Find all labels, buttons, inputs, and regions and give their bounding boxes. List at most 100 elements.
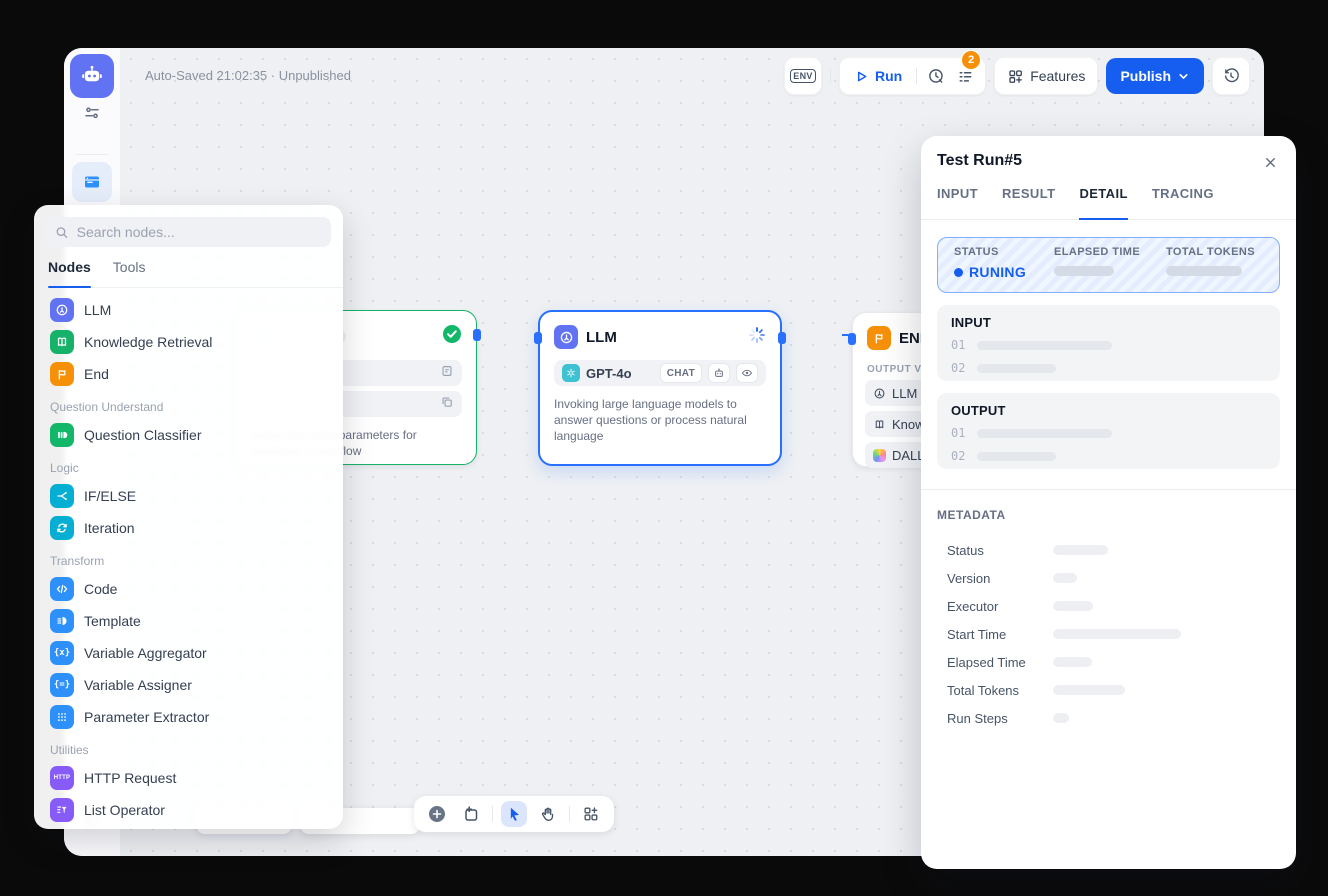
- node-list: LLM Knowledge Retrieval End Question Und…: [34, 288, 343, 829]
- llm-model-row[interactable]: GPT-4o CHAT: [554, 360, 766, 386]
- node-item-knowledge-retrieval[interactable]: Knowledge Retrieval: [46, 326, 331, 358]
- meta-row-run-steps: Run Steps: [947, 704, 1280, 732]
- run-label: Run: [875, 68, 902, 84]
- llm-input-handle[interactable]: [534, 332, 542, 344]
- run-group-divider: [916, 68, 917, 84]
- search-input[interactable]: [75, 223, 322, 241]
- input-line-2: 02: [951, 361, 965, 375]
- elapsed-time-label: ELAPSED TIME: [1054, 246, 1166, 258]
- toolbar-divider: [492, 806, 493, 822]
- knowledge-retrieval-icon: [50, 330, 74, 354]
- hand-mode-button[interactable]: [535, 801, 561, 827]
- paragraph-icon: [440, 364, 454, 383]
- node-item-variable-aggregator[interactable]: {x} Variable Aggregator: [46, 637, 331, 669]
- copy-icon: [440, 395, 454, 414]
- end-input-handle[interactable]: [848, 333, 856, 345]
- elapsed-time-skeleton: [1054, 266, 1114, 276]
- llm-node[interactable]: LLM GPT-4o CHAT: [538, 310, 782, 466]
- llm-output-handle[interactable]: [778, 332, 786, 344]
- preview-window-button[interactable]: [72, 162, 112, 202]
- status-label: STATUS: [954, 246, 1054, 258]
- run-button[interactable]: Run: [850, 68, 906, 84]
- preferences-sliders-icon[interactable]: [83, 104, 101, 122]
- topbar-divider: [830, 68, 831, 84]
- output-skeleton-2: [977, 452, 1056, 461]
- input-line-1: 01: [951, 338, 965, 352]
- node-search-panel: Nodes Tools LLM Knowledge Retrieval End …: [34, 205, 343, 829]
- pointer-mode-button[interactable]: [501, 801, 527, 827]
- app-robot-icon[interactable]: [70, 54, 114, 98]
- tab-input[interactable]: INPUT: [937, 186, 978, 219]
- version-history-button[interactable]: [1212, 57, 1250, 95]
- input-skeleton-2: [977, 364, 1056, 373]
- env-icon: ENV: [790, 69, 815, 83]
- llm-node-icon: [554, 325, 578, 349]
- list-operator-icon: [50, 798, 74, 822]
- status-value: RUNING: [954, 264, 1054, 280]
- canvas-toolbar: [414, 796, 614, 832]
- chevron-down-icon: [1177, 70, 1190, 83]
- publish-button[interactable]: Publish: [1106, 58, 1204, 94]
- add-note-button[interactable]: [458, 801, 484, 827]
- features-label: Features: [1030, 68, 1085, 84]
- node-item-iteration[interactable]: Iteration: [46, 512, 331, 544]
- node-item-parameter-extractor[interactable]: Parameter Extractor: [46, 701, 331, 733]
- publish-label: Publish: [1120, 68, 1171, 84]
- env-button[interactable]: ENV: [784, 57, 822, 95]
- node-item-list-operator[interactable]: List Operator: [46, 794, 331, 826]
- node-item-llm[interactable]: LLM: [46, 294, 331, 326]
- input-card-title: INPUT: [951, 315, 1280, 330]
- if-else-icon: [50, 484, 74, 508]
- search-box[interactable]: [46, 217, 331, 247]
- features-button[interactable]: Features: [994, 57, 1098, 95]
- topbar-controls: ENV Run 2 Features: [784, 58, 1250, 94]
- llm-node-title: LLM: [586, 329, 617, 346]
- tab-result[interactable]: RESULT: [1002, 186, 1055, 219]
- question-classifier-icon: [50, 423, 74, 447]
- meta-row-version: Version: [947, 564, 1280, 592]
- tab-tracing[interactable]: TRACING: [1152, 186, 1214, 219]
- output-card-title: OUTPUT: [951, 403, 1280, 418]
- node-item-variable-assigner[interactable]: {=} Variable Assigner: [46, 669, 331, 701]
- output-card: OUTPUT 01 02: [937, 393, 1280, 469]
- node-item-http-request[interactable]: HTTP HTTP Request: [46, 762, 331, 794]
- node-item-end[interactable]: End: [46, 358, 331, 390]
- node-item-code[interactable]: Code: [46, 573, 331, 605]
- organize-nodes-button[interactable]: [578, 801, 604, 827]
- openai-icon: [562, 364, 580, 382]
- tab-tools[interactable]: Tools: [113, 259, 146, 287]
- node-item-question-classifier[interactable]: Question Classifier: [46, 419, 331, 451]
- tab-nodes[interactable]: Nodes: [48, 259, 91, 287]
- metadata-divider: [921, 489, 1296, 490]
- add-node-button[interactable]: [424, 801, 450, 827]
- screenshot-stage: Define the initial parameters for launch…: [0, 0, 1328, 896]
- llm-node-description: Invoking large language models to answer…: [554, 396, 762, 444]
- running-dot: [954, 268, 963, 277]
- section-utilities: Utilities: [50, 743, 327, 757]
- node-panel-tabs: Nodes Tools: [34, 259, 343, 288]
- end-var-llm-name: LLM: [892, 386, 917, 401]
- input-skeleton-1: [977, 341, 1112, 350]
- run-history-button[interactable]: [927, 67, 946, 86]
- tab-detail[interactable]: DETAIL: [1079, 186, 1127, 219]
- metadata-rows: Status Version Executor Start Time Elaps…: [947, 536, 1280, 732]
- metadata-heading: METADATA: [937, 508, 1006, 522]
- variable-aggregator-icon: {x}: [50, 641, 74, 665]
- output-line-1: 01: [951, 426, 965, 440]
- meta-row-total-tokens: Total Tokens: [947, 676, 1280, 704]
- end-icon: [50, 362, 74, 386]
- start-output-handle[interactable]: [473, 329, 481, 341]
- iteration-icon: [50, 516, 74, 540]
- section-transform: Transform: [50, 554, 327, 568]
- node-item-template[interactable]: Template: [46, 605, 331, 637]
- search-icon: [55, 225, 69, 240]
- template-icon: [50, 609, 74, 633]
- vision-eye-icon: [736, 363, 758, 383]
- output-line-2: 02: [951, 449, 965, 463]
- parameter-extractor-icon: [50, 705, 74, 729]
- close-icon[interactable]: [1258, 150, 1282, 174]
- node-item-if-else[interactable]: IF/ELSE: [46, 480, 331, 512]
- loading-spinner-icon: [748, 326, 766, 349]
- code-icon: [50, 577, 74, 601]
- run-group: Run 2: [839, 57, 986, 95]
